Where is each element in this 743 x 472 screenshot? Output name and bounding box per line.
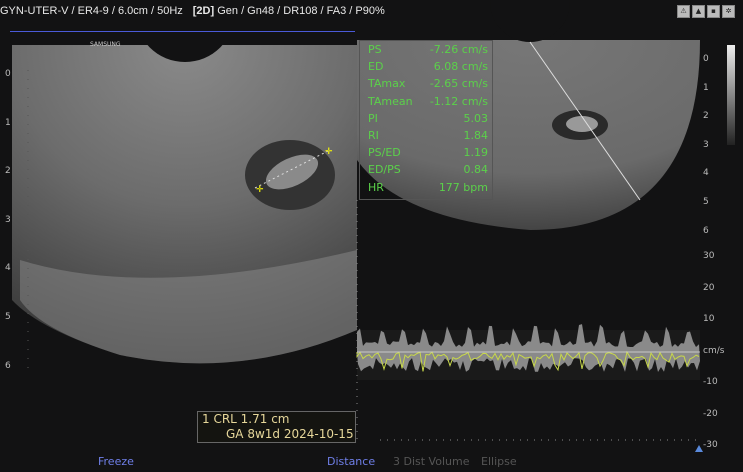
probe-brand-left: SAMSUNG (90, 41, 121, 48)
measurement-row: ED/PS 0.84 (360, 161, 492, 178)
measurement-label: TAmax (368, 77, 426, 90)
measurement-row: TAmax -2.65 cm/s (360, 75, 492, 92)
scale-tick: 6 (5, 361, 11, 371)
scale-tick: 0 (703, 54, 709, 64)
measurement-value: 5.03 (426, 112, 488, 125)
scale-tick: -10 (703, 377, 718, 387)
header-bar: GYN-UTER-V / ER4-9 / 6.0cm / 50Hz [2D] G… (0, 5, 385, 17)
svg-text:✛: ✛ (256, 185, 264, 195)
measurement-label: PS/ED (368, 146, 426, 159)
scale-tick: 0 (5, 69, 11, 79)
pwr-icon: ▪ (707, 5, 720, 18)
measurement-row: ED 6.08 cm/s (360, 58, 492, 75)
scale-tick: cm/s (703, 346, 724, 356)
ellipse-button[interactable]: Ellipse (481, 455, 517, 468)
measurement-label: HR (368, 181, 426, 194)
measurement-label: PS (368, 43, 426, 56)
measurement-label: TAmean (368, 95, 426, 108)
active-image-indicator (10, 31, 355, 32)
measurement-row: PS/ED 1.19 (360, 144, 492, 161)
measurement-value: 177 bpm (426, 181, 488, 194)
svg-text:✛: ✛ (325, 147, 333, 157)
measurement-value: 6.08 cm/s (426, 60, 488, 73)
left-bmode-image[interactable]: ✛ ✛ SAMSUNG (12, 0, 357, 363)
measurement-row: TAmean -1.12 cm/s (360, 93, 492, 110)
ultrasound-screen: GYN-UTER-V / ER4-9 / 6.0cm / 50Hz [2D] G… (0, 0, 743, 472)
scale-tick: 2 (5, 166, 11, 176)
measurement-value: 1.84 (426, 129, 488, 142)
measurement-row: PS -7.26 cm/s (360, 41, 492, 58)
crl-value: 1 CRL 1.71 cm (198, 412, 355, 427)
scale-tick: 3 (5, 215, 11, 225)
preset-text: GYN-UTER-V / ER4-9 / 6.0cm / 50Hz (0, 5, 183, 17)
baseline-marker-icon[interactable] (695, 445, 703, 452)
gear-icon: ✲ (722, 5, 735, 18)
measurement-row: PI 5.03 (360, 110, 492, 127)
ga-value: GA 8w1d 2024-10-15 (198, 427, 355, 442)
scale-tick: 4 (5, 263, 11, 273)
scale-tick: -30 (703, 440, 718, 450)
scale-tick: 5 (5, 312, 11, 322)
scale-tick: 2 (703, 111, 709, 121)
scale-tick: 5 (703, 197, 709, 207)
distance-button[interactable]: Distance (327, 455, 375, 468)
bell-icon: ▲ (692, 5, 705, 18)
measurement-row: RI 1.84 (360, 127, 492, 144)
doppler-spectrum[interactable] (357, 324, 700, 380)
measurement-value: -2.65 cm/s (426, 77, 488, 90)
mode-label: [2D] (193, 5, 214, 17)
scale-tick: 1 (5, 118, 11, 128)
doppler-measurement-panel: PS -7.26 cm/s ED 6.08 cm/s TAmax -2.65 cm/s TA… (359, 40, 493, 200)
scale-tick: 20 (703, 283, 714, 293)
measurement-label: ED (368, 60, 426, 73)
measurement-value: -7.26 cm/s (426, 43, 488, 56)
scale-tick: -20 (703, 409, 718, 419)
scale-tick: 30 (703, 251, 714, 261)
3-dist-volume-button[interactable]: 3 Dist Volume (393, 455, 469, 468)
measurement-value: 0.84 (426, 163, 488, 176)
scale-tick: 1 (703, 83, 709, 93)
crl-result-box: 1 CRL 1.71 cm GA 8w1d 2024-10-15 (197, 411, 356, 443)
freeze-button[interactable]: Freeze (98, 455, 134, 468)
params-text: Gen / Gn48 / DR108 / FA3 / P90% (217, 5, 385, 17)
probe-icon: ⚠ (677, 5, 690, 18)
grayscale-bar (727, 45, 735, 145)
measurement-value: -1.12 cm/s (426, 95, 488, 108)
status-icons: ⚠ ▲ ▪ ✲ (677, 5, 735, 18)
measurement-label: PI (368, 112, 426, 125)
scale-tick: 10 (703, 314, 714, 324)
scale-tick: 6 (703, 226, 709, 236)
scale-tick: 3 (703, 140, 709, 150)
header-params: [2D] Gen / Gn48 / DR108 / FA3 / P90% (193, 5, 385, 17)
measurement-label: RI (368, 129, 426, 142)
measurement-label: ED/PS (368, 163, 426, 176)
measurement-value: 1.19 (426, 146, 488, 159)
scale-tick: 4 (703, 168, 709, 178)
measurement-row: HR 177 bpm (360, 179, 492, 196)
